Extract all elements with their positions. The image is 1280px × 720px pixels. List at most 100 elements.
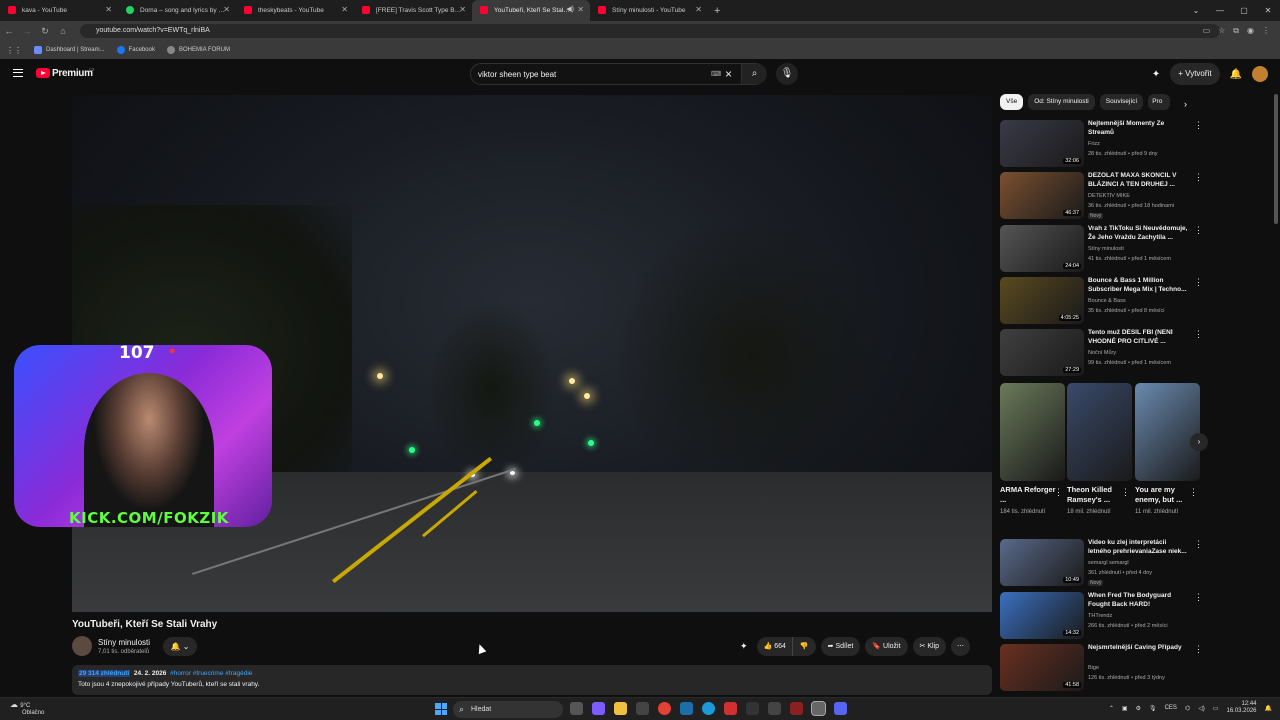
close-tab-icon[interactable]: ✕ xyxy=(459,5,466,14)
video-thumbnail[interactable]: 41:58 xyxy=(1000,644,1084,691)
channel-name[interactable]: DETEKTIV MIKE xyxy=(1088,193,1130,199)
recommended-video[interactable]: 10:49 Video ku zlej interpretácii letného… xyxy=(1000,539,1203,587)
short-title[interactable]: Theon Killed Ramsey's ... xyxy=(1067,485,1127,505)
video-title[interactable]: Nejtemnější Momenty Ze Streamů xyxy=(1088,120,1188,137)
chip-for-you[interactable]: Pro xyxy=(1148,94,1171,110)
video-title[interactable]: Bounce & Bass 1 Million Subscriber Mega … xyxy=(1088,277,1188,294)
browser-tab[interactable]: Doma – song and lyrics by tolu ✕ xyxy=(118,0,236,21)
clear-search-icon[interactable]: × xyxy=(725,67,732,81)
more-options-icon[interactable]: ⋮ xyxy=(1189,487,1198,498)
shorts-next-arrow-icon[interactable]: › xyxy=(1190,433,1208,451)
video-title[interactable]: Vrah z TikToku Si Neuvědomuje, Že Jeho V… xyxy=(1088,225,1188,242)
gemini-sparkle-icon[interactable]: ✦ xyxy=(1152,69,1160,80)
short-thumbnail[interactable] xyxy=(1135,383,1200,481)
video-title[interactable]: Nejsmrtelnější Caving Případy xyxy=(1088,644,1188,653)
bookmark-item[interactable]: BOHEMIA FORUM xyxy=(166,46,230,54)
speaker-icon[interactable]: ◀) xyxy=(566,5,574,13)
more-options-icon[interactable]: ⋮ xyxy=(1194,592,1203,603)
language-indicator[interactable]: CES xyxy=(1165,705,1177,711)
channel-name[interactable]: THTrendz xyxy=(1088,613,1112,619)
recommended-video[interactable]: 4:05:25 Bounce & Bass 1 Million Subscribe… xyxy=(1000,277,1203,325)
video-title[interactable]: DEZOLÁT MAXA SKONČIL V BLÁZINCI A TEN DR… xyxy=(1088,172,1188,189)
windows-start-icon[interactable] xyxy=(435,703,447,715)
short-title[interactable]: You are my enemy, but ... xyxy=(1135,485,1195,505)
recommended-video[interactable]: 27:29 Tento muž DĚSIL FBI (NENÍ VHODNÉ PR… xyxy=(1000,329,1203,377)
channel-avatar[interactable] xyxy=(72,636,92,656)
back-icon[interactable]: ← xyxy=(0,26,18,36)
apps-grid-icon[interactable]: ⋮⋮ xyxy=(6,46,22,55)
more-options-icon[interactable]: ⋮ xyxy=(1194,120,1203,131)
video-thumbnail[interactable]: 27:29 xyxy=(1000,329,1084,376)
subscription-bell-button[interactable]: 🔔 ⌄ xyxy=(163,637,197,656)
discord-icon[interactable] xyxy=(834,702,847,715)
youtube-premium-logo[interactable]: Premium xyxy=(52,68,93,79)
search-button[interactable]: ⌕ xyxy=(741,64,767,84)
cast-icon[interactable]: ▭ xyxy=(1203,23,1211,39)
battery-icon[interactable]: ▭ xyxy=(1213,705,1219,712)
more-options-icon[interactable]: ⋮ xyxy=(1194,277,1203,288)
notifications-bell-icon[interactable]: 🔔 xyxy=(1230,69,1242,80)
tray-app-icon[interactable]: ▣ xyxy=(1122,705,1128,712)
close-tab-icon[interactable]: ✕ xyxy=(695,5,702,14)
minimize-icon[interactable]: — xyxy=(1208,0,1232,21)
app-icon[interactable] xyxy=(724,702,737,715)
channel-name[interactable]: Bounce & Bass xyxy=(1088,298,1126,304)
steam-icon[interactable] xyxy=(680,702,693,715)
taskbar-search[interactable]: Hledat xyxy=(453,701,563,718)
like-button[interactable]: 👍 664 xyxy=(756,637,792,656)
edge-icon[interactable] xyxy=(702,702,715,715)
voice-search-mic-icon[interactable]: 🎙 xyxy=(776,63,798,85)
recommended-video[interactable]: 32:06 Nejtemnější Momenty Ze Streamů Frizz… xyxy=(1000,120,1203,168)
channel-name[interactable]: Frizz xyxy=(1088,141,1100,147)
short-thumbnail[interactable] xyxy=(1000,383,1065,481)
close-tab-icon[interactable]: ✕ xyxy=(577,5,584,14)
channel-name[interactable]: Noční Můry xyxy=(1088,350,1116,356)
video-thumbnail[interactable]: 14:32 xyxy=(1000,592,1084,639)
hamburger-menu-icon[interactable] xyxy=(13,69,23,77)
app-icon[interactable] xyxy=(790,702,803,715)
more-options-icon[interactable]: ⋮ xyxy=(1194,172,1203,183)
chevron-right-icon[interactable]: › xyxy=(1184,99,1187,109)
bookmark-item[interactable]: Facebook xyxy=(116,46,155,54)
home-icon[interactable]: ⌂ xyxy=(54,26,72,36)
page-scrollbar[interactable] xyxy=(1274,94,1278,224)
chip-all[interactable]: Vše xyxy=(1000,94,1024,110)
tray-app-icon[interactable]: ⚙ xyxy=(1136,705,1141,712)
video-thumbnail[interactable]: 4:05:25 xyxy=(1000,277,1084,324)
create-button[interactable]: + Vytvořit xyxy=(1170,63,1220,85)
close-tab-icon[interactable]: ✕ xyxy=(341,5,348,14)
account-avatar[interactable] xyxy=(1252,66,1268,82)
tray-chevron-icon[interactable]: ⌃ xyxy=(1109,705,1114,712)
app-icon[interactable] xyxy=(768,702,781,715)
video-thumbnail[interactable]: 46:37 xyxy=(1000,172,1084,219)
close-window-icon[interactable]: ✕ xyxy=(1256,0,1280,21)
more-options-icon[interactable]: ⋮ xyxy=(1194,225,1203,236)
youtube-logo-icon[interactable] xyxy=(36,68,50,78)
browser-tab[interactable]: [FREE] Travis Scott Type Beat - ✕ xyxy=(354,0,472,21)
short-thumbnail[interactable] xyxy=(1067,383,1132,481)
dislike-button[interactable]: 👎 xyxy=(791,637,816,656)
chrome-icon[interactable] xyxy=(658,702,671,715)
maximize-icon[interactable]: ▢ xyxy=(1232,0,1256,21)
hashtags[interactable]: #horror #truecrime #tragédie xyxy=(170,670,252,677)
mic-icon[interactable]: 🎙 xyxy=(1149,705,1157,712)
browser-tab[interactable]: kava - YouTube ✕ xyxy=(0,0,118,21)
more-options-icon[interactable]: ⋮ xyxy=(1194,329,1203,340)
close-tab-icon[interactable]: ✕ xyxy=(105,5,112,14)
save-button[interactable]: 🔖 Uložit xyxy=(865,637,908,656)
forward-icon[interactable]: → xyxy=(18,26,36,36)
active-app-icon[interactable] xyxy=(811,701,826,716)
chip-from-channel[interactable]: Od: Stíny minulosti xyxy=(1028,94,1095,110)
more-options-icon[interactable]: ⋮ xyxy=(1121,487,1130,498)
chip-related[interactable]: Související xyxy=(1099,94,1144,110)
browser-menu-icon[interactable]: ⋮ xyxy=(1262,23,1270,39)
recommended-video[interactable]: 41:58 Nejsmrtelnější Caving Případy Bige 12… xyxy=(1000,644,1203,692)
more-options-icon[interactable]: ⋮ xyxy=(1194,539,1203,550)
bookmark-item[interactable]: Dashboard | Stream... xyxy=(34,46,105,54)
browser-tab[interactable]: Stíny minulosti - YouTube ✕ xyxy=(590,0,708,21)
reload-icon[interactable]: ↻ xyxy=(36,26,54,37)
recommended-video[interactable]: 46:37 DEZOLÁT MAXA SKONČIL V BLÁZINCI A T… xyxy=(1000,172,1203,220)
close-tab-icon[interactable]: ✕ xyxy=(223,5,230,14)
video-title[interactable]: When Fred The Bodyguard Fought Back HARD… xyxy=(1088,592,1188,609)
network-icon[interactable]: ⌬ xyxy=(1185,705,1190,712)
